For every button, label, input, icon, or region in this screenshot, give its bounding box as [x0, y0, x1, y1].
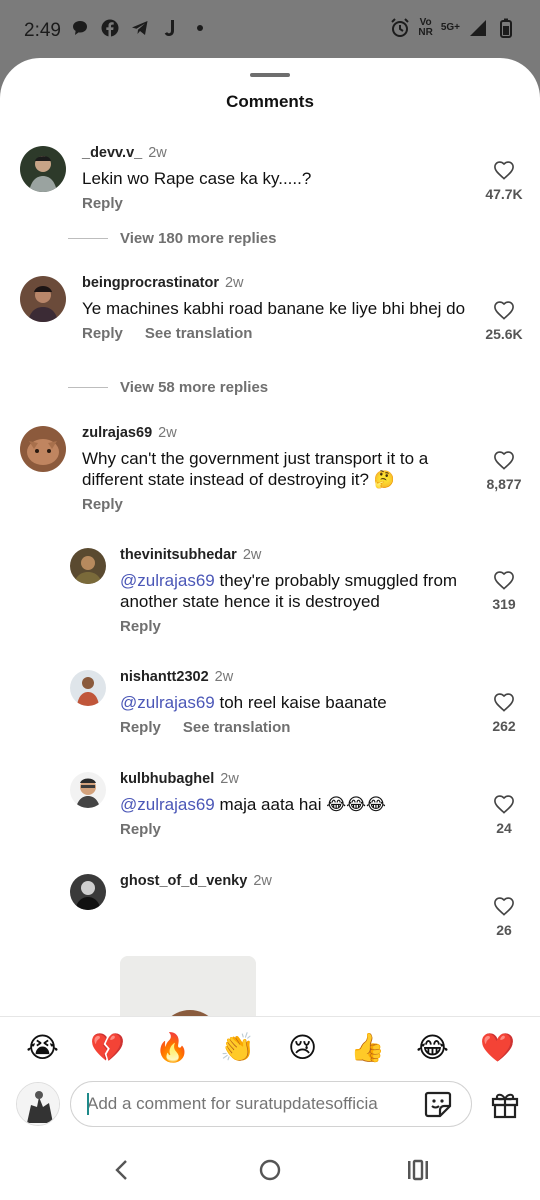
sticker-icon[interactable] [423, 1089, 453, 1119]
emoji-red-heart[interactable]: ❤️ [476, 1031, 520, 1064]
divider [68, 387, 108, 388]
heart-icon [494, 571, 514, 590]
view-more-replies[interactable]: View 58 more replies [68, 379, 268, 396]
comment-time: 2w [224, 275, 244, 291]
back-icon[interactable] [106, 1154, 138, 1186]
reply-button[interactable]: Reply [82, 195, 123, 212]
like-count: 319 [492, 596, 516, 612]
heart-icon [494, 897, 514, 916]
avatar[interactable] [70, 548, 106, 584]
like-count: 47.7K [485, 186, 523, 202]
comment-text: @zulrajas69 maja aata hai 😂😂😂 [120, 795, 386, 814]
view-more-replies[interactable]: View 180 more replies [68, 230, 276, 247]
like-count: 24 [496, 820, 512, 836]
chat-bubble-icon [70, 18, 90, 38]
avatar[interactable] [20, 276, 66, 322]
mention-link[interactable]: @zulrajas69 [120, 693, 215, 712]
reply-button[interactable]: Reply [120, 618, 161, 635]
divider [68, 238, 108, 239]
reply-button[interactable]: Reply [120, 719, 161, 736]
comment-username[interactable]: zulrajas69 [82, 425, 152, 441]
like-count: 262 [492, 718, 516, 734]
like-count: 8,877 [486, 476, 522, 492]
comment-input[interactable] [70, 1081, 472, 1127]
emoji-loudly-crying[interactable]: 😭 [21, 1031, 65, 1064]
comment-text: Lekin wo Rape case ka ky.....? [82, 169, 312, 188]
heart-icon [494, 795, 514, 814]
heart-icon [494, 161, 514, 180]
comment-time: 2w [242, 547, 262, 563]
text-caret [87, 1093, 89, 1115]
like-button[interactable]: 25.6K [474, 300, 534, 342]
comment-text: Why can't the government just transport … [82, 449, 429, 489]
see-translation-button[interactable]: See translation [145, 325, 253, 342]
avatar[interactable] [70, 670, 106, 706]
comment-time: 2w [214, 669, 234, 685]
mention-link[interactable]: @zulrajas69 [120, 795, 215, 814]
emoji-fire[interactable]: 🔥 [151, 1031, 195, 1064]
reply-button[interactable]: Reply [82, 496, 123, 513]
emoji-crying[interactable]: 😢 [281, 1031, 325, 1064]
heart-icon [494, 301, 514, 320]
facebook-icon [100, 18, 120, 38]
avatar[interactable] [20, 426, 66, 472]
heart-icon [494, 451, 514, 470]
comment-username[interactable]: kulbhubaghel [120, 771, 214, 787]
monkey-gif[interactable] [120, 956, 256, 1016]
comment-input-row [0, 1078, 540, 1138]
emoji-broken-heart[interactable]: 💔 [86, 1031, 130, 1064]
j-app-icon [160, 18, 180, 38]
like-button[interactable]: 26 [474, 896, 534, 938]
heart-icon [494, 693, 514, 712]
reply-button[interactable]: Reply [120, 821, 161, 838]
like-button[interactable]: 47.7K [474, 160, 534, 202]
dot-icon [190, 18, 210, 38]
volte-icon: Vo NR [418, 17, 433, 38]
mention-link[interactable]: @zulrajas69 [120, 571, 215, 590]
battery-icon [496, 18, 516, 38]
my-avatar [16, 1082, 60, 1126]
system-nav-bar [0, 1140, 540, 1200]
5g-icon: 5G+ [440, 22, 460, 33]
avatar[interactable] [70, 874, 106, 910]
comment-text: @zulrajas69 toh reel kaise baanate [120, 693, 387, 712]
alarm-icon [390, 18, 410, 38]
like-button[interactable]: 319 [474, 570, 534, 612]
avatar[interactable] [70, 772, 106, 808]
comment-username[interactable]: beingprocrastinator [82, 275, 219, 291]
home-icon[interactable] [254, 1154, 286, 1186]
emoji-clapping[interactable]: 👏 [216, 1031, 260, 1064]
like-button[interactable]: 262 [474, 692, 534, 734]
comment-text: @zulrajas69 they're probably smuggled fr… [120, 571, 458, 611]
like-count: 26 [496, 922, 512, 938]
signal-icon [468, 18, 488, 38]
drag-handle[interactable] [250, 73, 290, 77]
comment-username[interactable]: ghost_of_d_venky [120, 873, 247, 889]
comment-time: 2w [148, 145, 167, 161]
comment-time: 2w [220, 771, 239, 787]
comment-username[interactable]: nishantt2302 [120, 669, 209, 685]
status-time: 2:49 [24, 20, 61, 41]
telegram-icon [130, 18, 150, 38]
like-button[interactable]: 8,877 [474, 450, 534, 492]
recents-icon[interactable] [402, 1154, 434, 1186]
comment-text: Ye machines kabhi road banane ke liye bh… [82, 299, 466, 318]
avatar[interactable] [20, 146, 66, 192]
comment-time: 2w [158, 425, 177, 441]
comments-list[interactable]: _devv.v_ 2w Lekin wo Rape case ka ky.....… [0, 138, 540, 1016]
see-translation-button[interactable]: See translation [183, 719, 291, 736]
comment-username[interactable]: thevinitsubhedar [120, 547, 237, 563]
status-bar: 2:49 Vo NR 5G+ [0, 0, 540, 60]
comments-sheet: Comments _devv.v_ 2w Lekin wo Rape case k… [0, 58, 540, 1200]
like-count: 25.6K [485, 326, 523, 342]
comment-username[interactable]: _devv.v_ [82, 145, 142, 161]
emoji-bar: 😭 💔 🔥 👏 😢 👍 😂 ❤️ [0, 1016, 540, 1078]
emoji-laughing[interactable]: 😂 [411, 1031, 455, 1064]
comment-time: 2w [253, 873, 272, 889]
emoji-thumbs-up[interactable]: 👍 [346, 1031, 390, 1064]
gift-icon[interactable] [490, 1089, 520, 1119]
reply-button[interactable]: Reply [82, 325, 123, 342]
like-button[interactable]: 24 [474, 794, 534, 836]
sheet-title: Comments [226, 92, 314, 111]
